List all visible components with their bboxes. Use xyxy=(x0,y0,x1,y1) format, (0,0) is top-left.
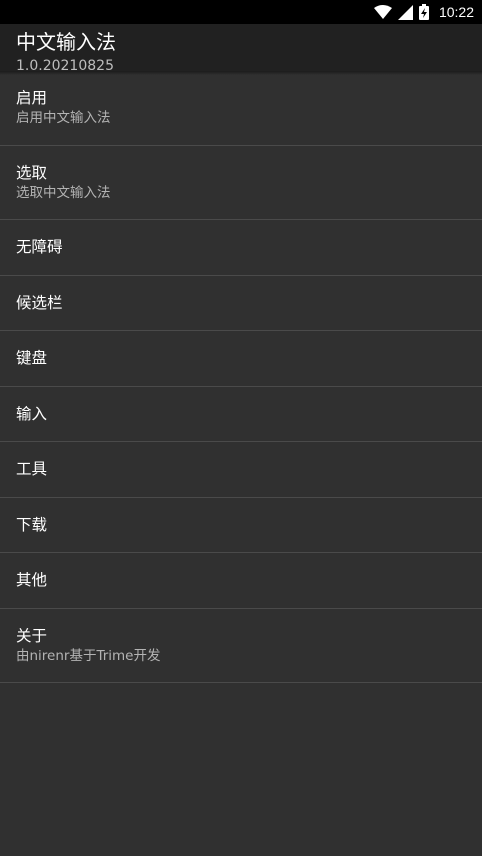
pref-candidate-bar-title: 候选栏 xyxy=(16,293,63,312)
pref-enable-title: 启用 xyxy=(16,89,48,107)
pref-input-title: 输入 xyxy=(16,404,48,423)
battery-charging-icon xyxy=(418,4,429,20)
pref-about-title: 关于 xyxy=(16,626,48,645)
pref-accessibility-title: 无障碍 xyxy=(16,238,63,256)
app-bar: 中文输入法 1.0.20210825 xyxy=(0,24,482,71)
pref-accessibility[interactable]: 无障碍 xyxy=(0,220,482,276)
pref-enable-summary: 启用中文输入法 xyxy=(16,110,111,126)
status-bar: 10:22 xyxy=(0,0,482,24)
pref-candidate-bar[interactable]: 候选栏 xyxy=(0,276,482,331)
pref-enable[interactable]: 启用 启用中文输入法 xyxy=(0,71,482,146)
preference-list: 启用 启用中文输入法 选取 选取中文输入法 无障碍 候选栏 键盘 输入 工具 下… xyxy=(0,71,482,683)
pref-tools-title: 工具 xyxy=(16,460,48,478)
pref-keyboard-title: 键盘 xyxy=(16,349,48,367)
pref-select[interactable]: 选取 选取中文输入法 xyxy=(0,146,482,220)
status-icons: 10:22 xyxy=(373,4,474,20)
pref-download-title: 下载 xyxy=(16,515,48,534)
pref-about-summary: 由nirenr基于Trime开发 xyxy=(16,647,161,664)
pref-download[interactable]: 下载 xyxy=(0,498,482,553)
pref-about[interactable]: 关于 由nirenr基于Trime开发 xyxy=(0,609,482,683)
pref-tools[interactable]: 工具 xyxy=(0,442,482,498)
signal-icon xyxy=(397,4,413,20)
app-title: 中文输入法 xyxy=(16,30,116,54)
pref-other-title: 其他 xyxy=(16,571,48,589)
pref-select-summary: 选取中文输入法 xyxy=(16,184,111,201)
wifi-icon xyxy=(373,5,392,19)
pref-input[interactable]: 输入 xyxy=(0,387,482,442)
status-time: 10:22 xyxy=(438,4,474,20)
pref-keyboard[interactable]: 键盘 xyxy=(0,331,482,387)
pref-select-title: 选取 xyxy=(16,163,48,182)
app-version: 1.0.20210825 xyxy=(16,58,114,71)
pref-other[interactable]: 其他 xyxy=(0,553,482,609)
